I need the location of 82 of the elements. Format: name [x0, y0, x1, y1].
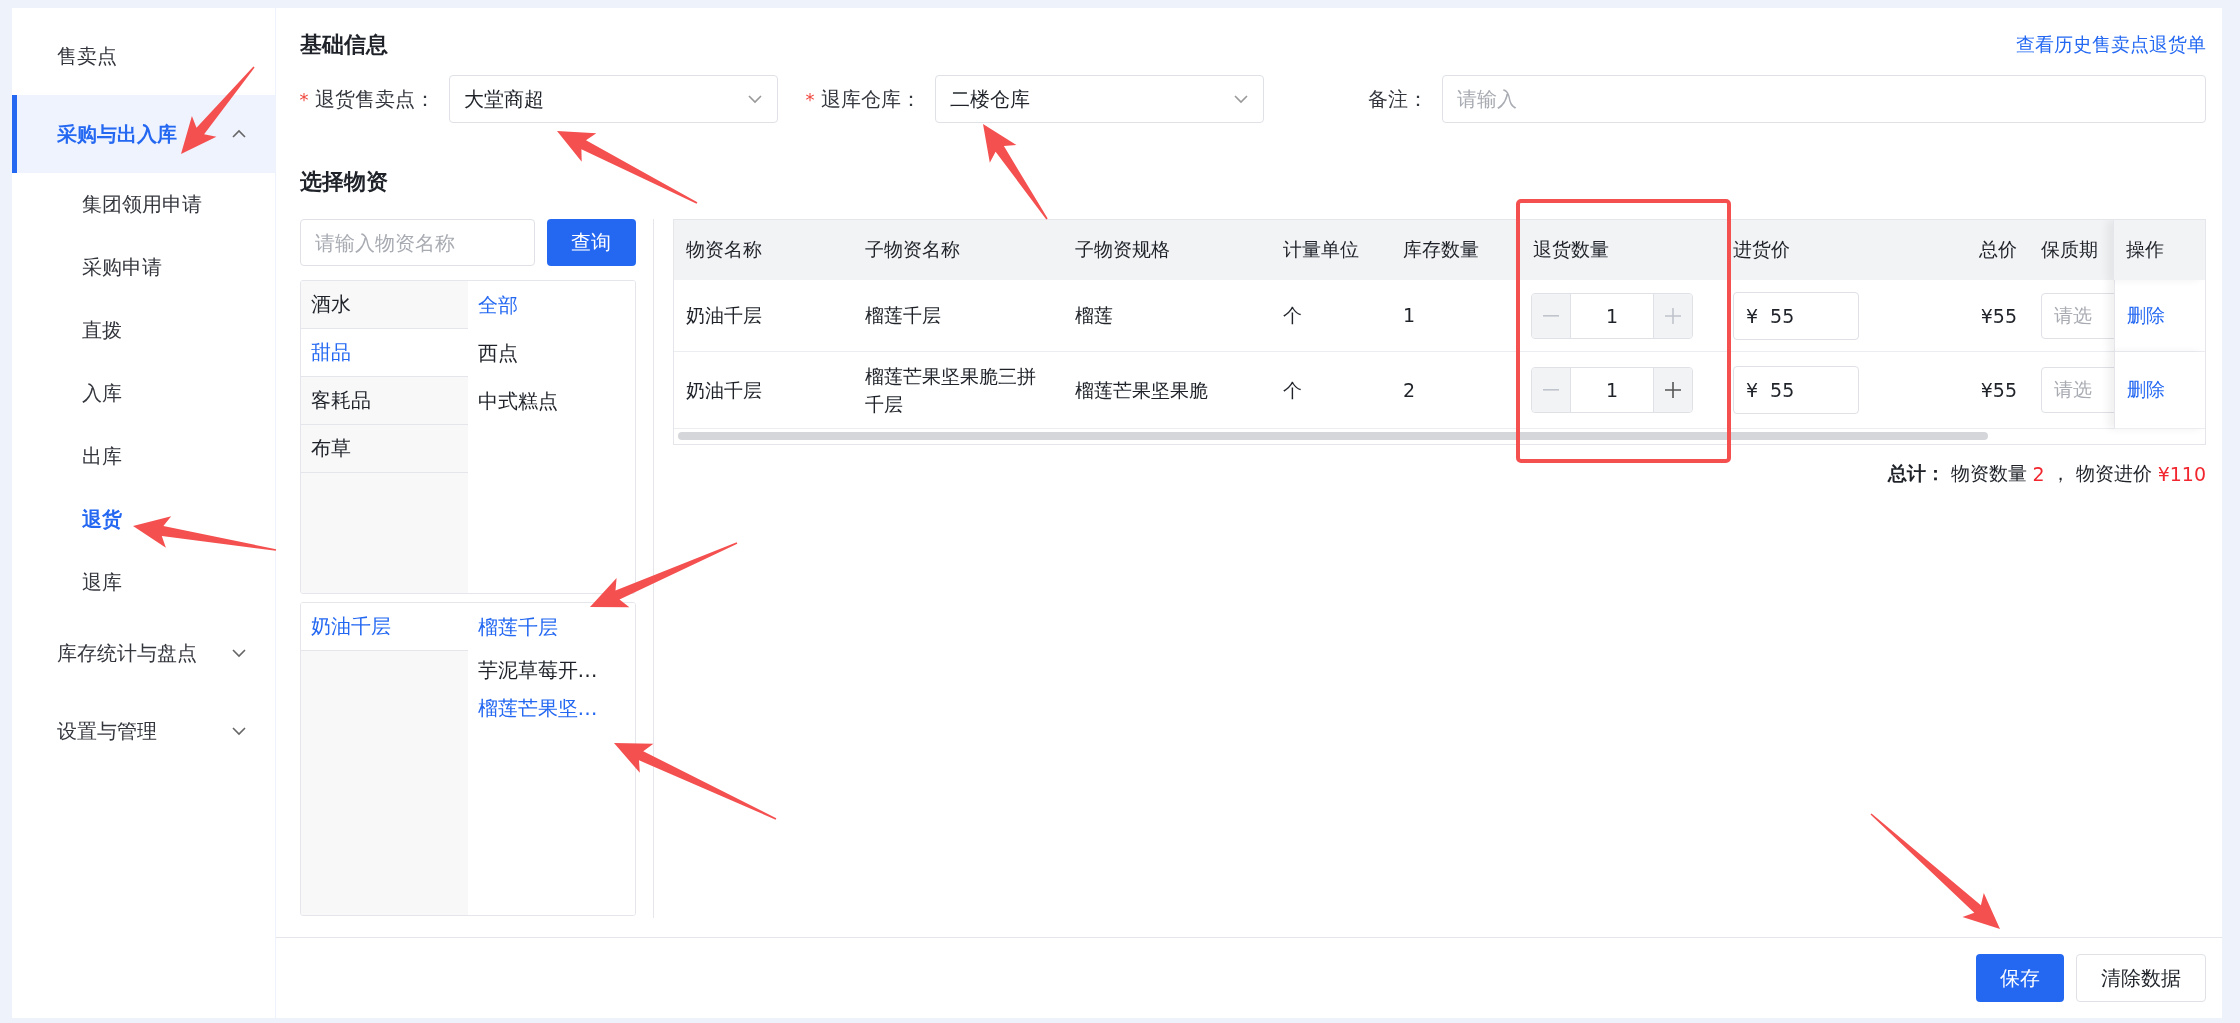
table-cell-text: 榴莲	[1075, 303, 1113, 329]
sidebar-subitem[interactable]: 出库	[12, 425, 275, 488]
sidebar-label: 设置与管理	[57, 717, 157, 745]
clear-button[interactable]: 清除数据	[2076, 954, 2206, 1002]
column-header: 子物资规格	[1063, 220, 1271, 280]
table-cell: ¥55	[1980, 379, 2017, 401]
delete-link[interactable]: 删除	[2127, 377, 2165, 403]
column-header: 退货数量	[1509, 220, 1721, 280]
chevron-icon	[230, 129, 247, 139]
section-title: 基础信息	[299, 31, 388, 59]
remark-field[interactable]: 请输入	[1441, 75, 2206, 123]
column-header: 进货价	[1721, 220, 1899, 280]
quantity-stepper[interactable]: 1	[1531, 367, 1693, 413]
summary-separator: ，	[2050, 461, 2070, 486]
table-cell-text: 榴莲芒果坚果脆	[1075, 377, 1208, 403]
sidebar-item[interactable]: 采购与出入库	[12, 95, 275, 173]
table-cell-text: 个	[1283, 303, 1302, 329]
column-header: 保质期	[2029, 220, 2114, 280]
table-cell: ¥55	[1980, 304, 2017, 327]
table-cell-text: 榴莲千层	[865, 303, 941, 329]
table-cell-text: 2	[1403, 377, 1416, 403]
increase-button[interactable]	[1654, 368, 1692, 412]
minus-icon	[1543, 389, 1559, 391]
chevron-icon	[230, 648, 247, 658]
sidebar-subitem[interactable]: 退库	[12, 551, 275, 614]
plus-icon	[1665, 382, 1681, 398]
chevron-icon	[746, 94, 763, 104]
subcategory-item[interactable]: 西点	[467, 329, 635, 377]
chevron-icon	[1232, 94, 1249, 104]
scrollbar[interactable]	[678, 432, 1988, 440]
field-label: 备注：	[1367, 85, 1428, 113]
variant-item[interactable]: 榴莲千层	[467, 603, 635, 651]
save-button[interactable]: 保存	[1976, 954, 2064, 1002]
sidebar-item[interactable]: 库存统计与盘点	[12, 614, 275, 692]
select-field[interactable]: 二楼仓库	[934, 75, 1264, 123]
sidebar-label: 售卖点	[57, 42, 117, 70]
field-label: * 退库仓库：	[805, 85, 921, 113]
category-item[interactable]: 甜品	[300, 329, 468, 377]
table-cell-text: 奶油千层	[686, 377, 762, 403]
sidebar-item[interactable]: 设置与管理	[12, 692, 275, 770]
quantity-value: 1	[1570, 368, 1654, 412]
column-header: 操作	[2113, 220, 2205, 280]
sidebar-subitem[interactable]: 采购申请	[12, 236, 275, 299]
sidebar-label: 采购与出入库	[57, 120, 177, 148]
summary-label: 物资数量	[1950, 461, 2027, 486]
sidebar-item[interactable]: 售卖点	[12, 17, 275, 95]
table-cell-text: 榴莲芒果坚果脆三拼千层	[865, 363, 1037, 417]
table-cell-text: 1	[1403, 303, 1416, 329]
column-header: 库存数量	[1391, 220, 1509, 280]
minus-icon	[1543, 314, 1559, 317]
column-header: 计量单位	[1271, 220, 1391, 280]
summary-value: ¥110	[2157, 463, 2206, 485]
section-title: 选择物资	[299, 168, 388, 196]
field-label: * 退货售卖点：	[299, 85, 435, 113]
quantity-value: 1	[1570, 293, 1654, 338]
sidebar-label: 库存统计与盘点	[57, 639, 197, 667]
subcategory-item[interactable]: 全部	[467, 281, 635, 329]
sidebar-subitem[interactable]: 退货	[12, 488, 275, 551]
delete-link[interactable]: 删除	[2127, 302, 2165, 329]
sidebar-subitem[interactable]: 集团领用申请	[12, 173, 275, 236]
price-field[interactable]: ¥ 55	[1733, 291, 1859, 340]
sidebar-subitem[interactable]: 直拨	[12, 299, 275, 362]
table-cell-text: 奶油千层	[686, 303, 762, 329]
variant-item[interactable]: 榴莲芒果坚…	[467, 689, 635, 727]
column-header: 物资名称	[674, 220, 853, 280]
variant-item[interactable]: 芋泥草莓开…	[467, 651, 635, 689]
subcategory-item[interactable]: 中式糕点	[467, 377, 635, 425]
column-header: 子物资名称	[853, 220, 1063, 280]
product-item[interactable]: 奶油千层	[300, 603, 468, 651]
summary-title: 总计：	[1887, 461, 1945, 486]
table-cell-text: 个	[1283, 377, 1302, 403]
history-link[interactable]: 查看历史售卖点退货单	[2016, 32, 2206, 58]
plus-icon	[1665, 307, 1681, 324]
summary-label: 物资进价	[2075, 461, 2152, 486]
search-field[interactable]: 请输入物资名称	[299, 219, 535, 266]
select-field[interactable]: 大堂商超	[448, 75, 778, 123]
sidebar-subitem[interactable]: 入库	[12, 362, 275, 425]
price-field[interactable]: ¥ 55	[1733, 366, 1859, 414]
column-header: 总价	[1899, 220, 2029, 280]
chevron-icon	[230, 726, 247, 736]
search-button[interactable]: 查询	[546, 219, 636, 266]
summary-value: 2	[2032, 463, 2045, 485]
